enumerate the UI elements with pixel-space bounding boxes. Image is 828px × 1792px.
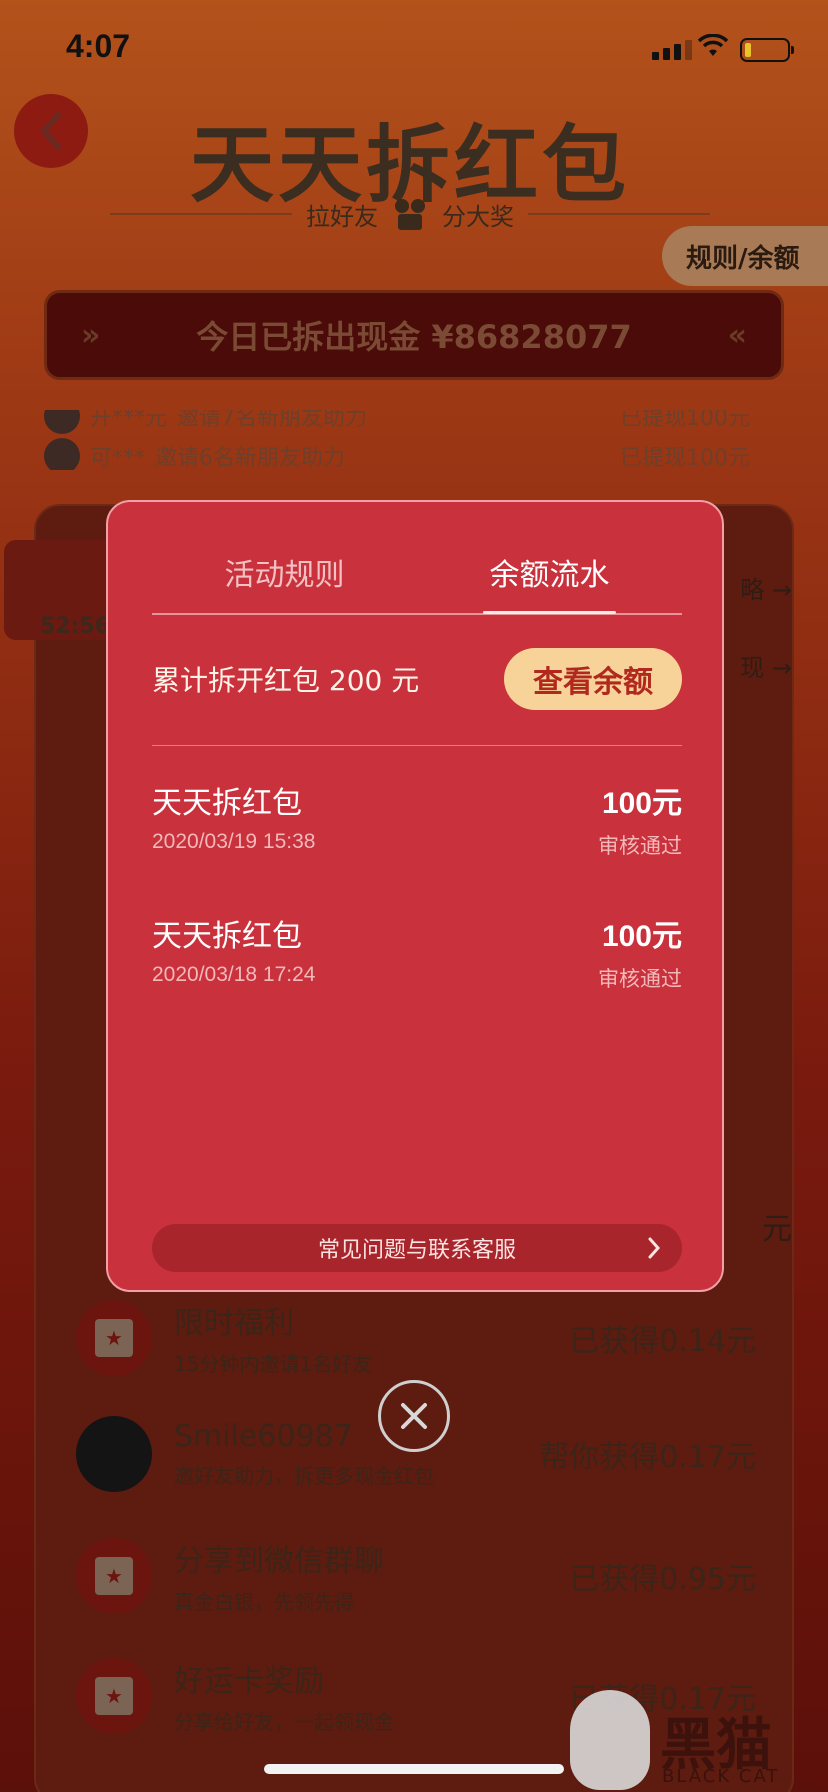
ticker-row: 可*** 邀请6名新朋友助力 已提现100元 [44,436,784,470]
gift-icon [395,199,425,230]
summary-label: 累计拆开红包 200 元 [152,664,420,697]
ticker-action: 邀请6名新朋友助力 [155,446,346,470]
cat-logo-icon [570,1690,650,1790]
back-button[interactable] [14,94,88,168]
divider [152,613,682,615]
balance-entry: 天天拆红包 100元 2020/03/18 17:24 审核通过 [152,911,682,993]
side-link[interactable]: 略 → [740,570,792,605]
close-icon [401,1403,427,1429]
ticker-user: 可*** [90,446,146,470]
tab-balance-history[interactable]: 余额流水 [417,542,682,614]
ticker-result: 已提现100元 [620,446,750,470]
list-item[interactable]: ★ 分享到微信群聊真金白银，先领先得 已获得0.95元 [76,1536,756,1615]
divider [528,213,710,215]
list-item-title: Smile60987 [174,1419,353,1454]
battery-icon [740,38,794,62]
home-indicator[interactable] [264,1764,564,1774]
entry-name: 天天拆红包 [152,919,302,954]
list-item-desc: 15分钟内邀请1名好友 [174,1352,373,1376]
check-balance-button[interactable]: 查看余额 [504,648,682,710]
entry-status: 审核通过 [598,967,682,991]
double-chevron-left-icon: « [727,317,747,353]
wifi-icon [698,34,728,56]
watermark: 黑猫 BLACK CAT [560,1690,828,1792]
double-chevron-right-icon: » [81,317,101,353]
ticker-action: 邀请7名新朋友助力 [177,410,368,431]
list-item-title: 限时福利 [174,1306,294,1341]
status-bar: 4:07 [0,0,828,96]
watermark-subtext: BLACK CAT [662,1766,780,1787]
balance-entry: 天天拆红包 100元 2020/03/19 15:38 审核通过 [152,778,682,860]
page-subtitle: 拉好友 分大奖 [110,196,710,232]
tab-activity-rules[interactable]: 活动规则 [152,542,417,614]
subtitle-right: 分大奖 [442,202,514,231]
close-modal-button[interactable] [378,1380,450,1452]
entry-status: 审核通过 [598,834,682,858]
star-bookmark-icon: ★ [76,1299,152,1376]
divider [110,213,292,215]
entry-date: 2020/03/18 17:24 [152,963,316,986]
list-item-desc: 真金白银，先领先得 [174,1590,354,1614]
list-item-title: 分享到微信群聊 [174,1544,384,1579]
list-item-amount: 已获得0.14元 [569,1323,756,1359]
partial-amount: 元 [762,1212,792,1247]
ticker-result: 已提现100元 [620,410,750,431]
entry-date: 2020/03/19 15:38 [152,830,316,853]
list-item-amount: 帮你获得0.17元 [539,1440,756,1475]
list-item-amount: 已获得0.95元 [569,1561,756,1597]
cash-banner: » 今日已拆出现金 ¥86828077 « [44,290,784,380]
ticker-user: 开***元 [90,410,168,431]
chevron-right-icon [648,1237,661,1259]
balance-summary: 累计拆开红包 200 元 查看余额 [152,648,682,710]
avatar [44,438,80,470]
star-bookmark-icon: ★ [76,1537,152,1614]
chevron-left-icon [40,112,61,150]
list-item-title: 好运卡奖励 [174,1664,324,1699]
modal-tabs: 活动规则 余额流水 [152,542,682,614]
list-item-desc: 分享给好友，一起领现金 [174,1710,394,1734]
avatar [76,1416,152,1492]
divider [152,745,682,746]
list-item-desc: 邀好友助力，拆更多现金红包 [174,1464,434,1488]
cash-banner-text: 今日已拆出现金 ¥86828077 [196,318,632,356]
list-item[interactable]: ★ 限时福利 15分钟内邀请1名好友 已获得0.14元 [76,1298,756,1377]
balance-modal: 活动规则 余额流水 累计拆开红包 200 元 查看余额 天天拆红包 100元 20… [106,500,724,1292]
cellular-signal-icon [652,40,692,60]
entry-amount: 100元 [601,787,682,820]
avatar [44,410,80,434]
status-time: 4:07 [66,28,131,64]
faq-support-link[interactable]: 常见问题与联系客服 [152,1224,682,1272]
faq-label: 常见问题与联系客服 [317,1238,516,1263]
subtitle-left: 拉好友 [306,202,378,231]
star-bookmark-icon: ★ [76,1657,152,1734]
entry-amount: 100元 [601,920,682,953]
ticker-row: 开***元 邀请7名新朋友助力 已提现100元 [44,410,784,436]
rules-balance-link[interactable]: 规则/余额 [662,226,828,286]
countdown-timer: 52:56 [40,614,111,639]
withdraw-ticker: 开***元 邀请7名新朋友助力 已提现100元 可*** 邀请6名新朋友助力 已提现… [44,410,784,470]
side-link[interactable]: 现 → [740,648,792,683]
entry-name: 天天拆红包 [152,786,302,821]
